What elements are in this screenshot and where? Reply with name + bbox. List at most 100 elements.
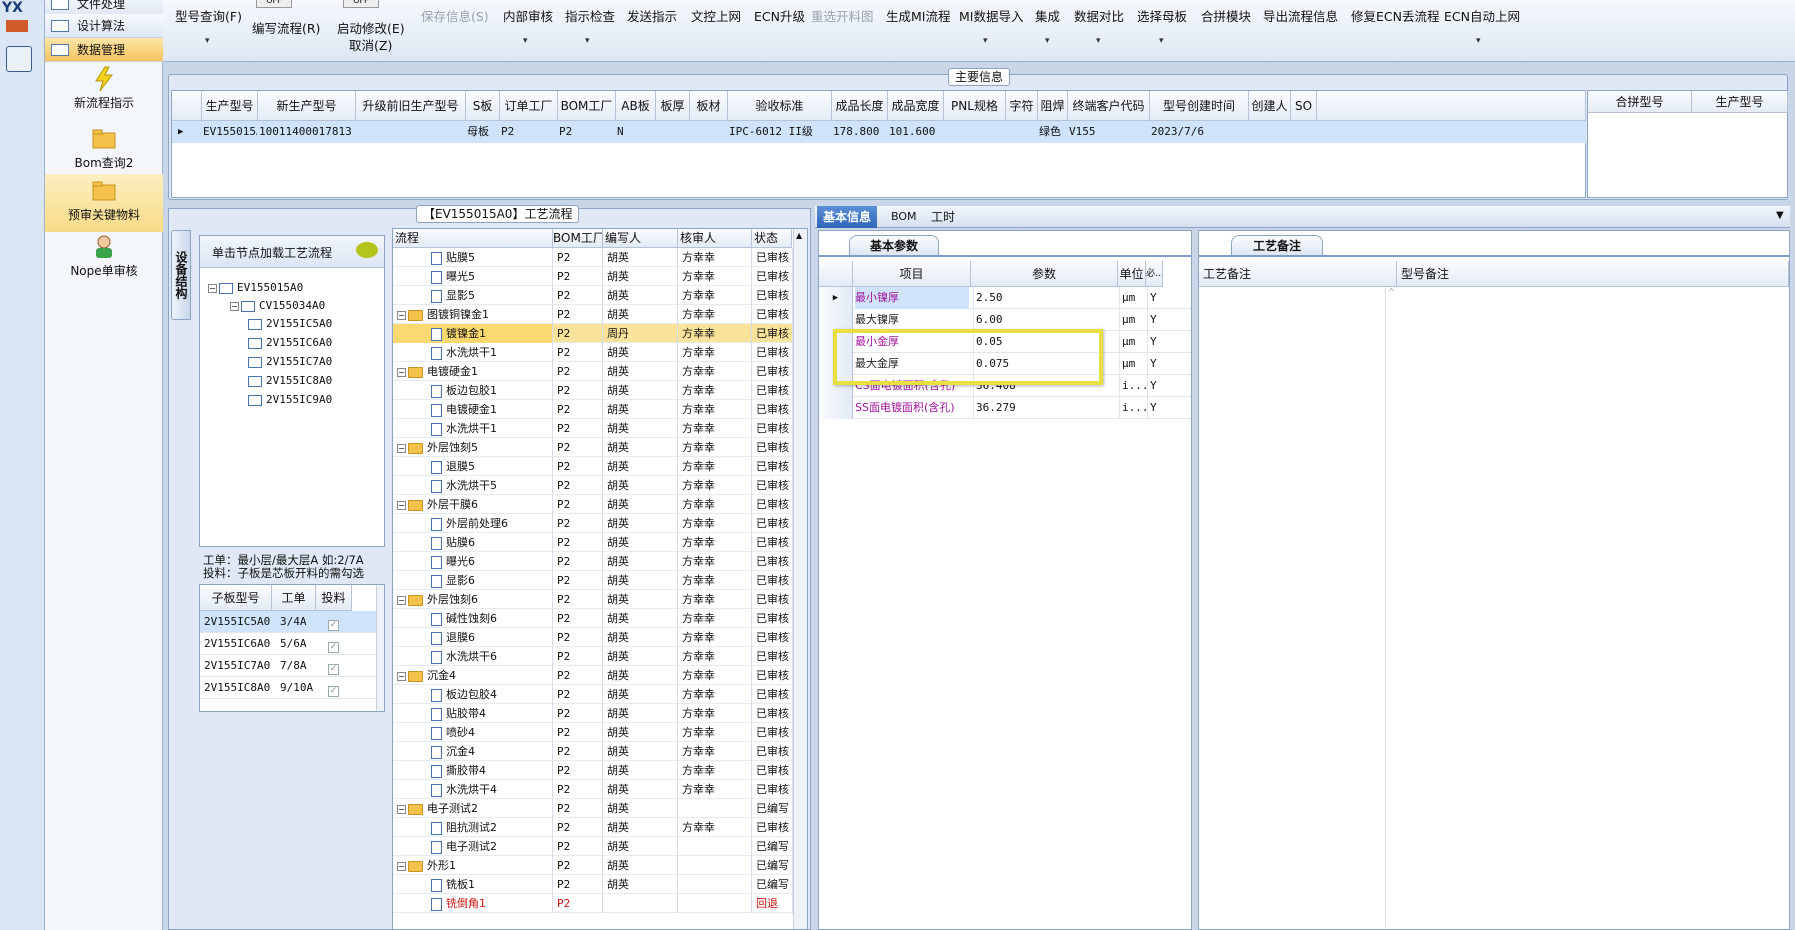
flow-row[interactable]: 水洗烘干1 P2 胡英 方幸幸 已审核 [393,419,793,438]
flow-step-cell[interactable]: − 图镀铜镍金1 [393,305,553,324]
flow-row[interactable]: 撕胶带4 P2 胡英 方幸幸 已审核 [393,761,793,780]
flow-row[interactable]: − 外层干膜6 P2 胡英 方幸幸 已审核 [393,495,793,514]
table-cell[interactable] [1292,121,1316,143]
column-header[interactable]: 订单工厂 [500,91,558,121]
row-selector-icon[interactable]: ▶ [178,121,198,143]
flow-row[interactable]: 显影5 P2 胡英 方幸幸 已审核 [393,286,793,305]
dropdown-arrow-icon[interactable]: ▾ [205,36,210,46]
flow-row[interactable]: 电子测试2 P2 胡英 已编写 [393,837,793,856]
checkbox[interactable]: ✓ [328,660,339,675]
flow-step-cell[interactable]: 水洗烘干5 [393,476,553,495]
column-header[interactable]: 编写人 [603,229,678,248]
flow-step-cell[interactable]: 板边包胶4 [393,685,553,704]
column-header[interactable]: 板厚 [656,91,690,121]
model-query-button[interactable]: 型号查询(F) [175,6,242,25]
flow-step-cell[interactable]: − 电镀硬金1 [393,362,553,381]
flow-step-cell[interactable]: − 沉金4 [393,666,553,685]
scroll-up-icon[interactable]: ^ [1385,287,1397,927]
speech-bubble-icon[interactable] [356,242,378,258]
column-header[interactable]: 核审人 [678,229,752,248]
toggle-switch[interactable]: OFF [256,0,292,8]
column-header[interactable]: 验收标准 [728,91,832,121]
select-mother-board-button[interactable]: 选择母板 [1137,6,1187,25]
column-header[interactable]: S板 [466,91,500,121]
write-flow-button[interactable]: 编写流程(R) [252,18,320,37]
column-header[interactable]: 投料 [316,585,352,611]
integration-button[interactable]: 集成 [1035,6,1060,25]
table-row[interactable]: SS面电镀面积(含孔) 36.279 i... Y [819,397,1191,419]
table-cell[interactable]: P2 [501,121,557,143]
checkbox[interactable]: ✓ [328,682,339,697]
table-cell[interactable] [357,121,465,143]
flow-row[interactable]: 电镀硬金1 P2 胡英 方幸幸 已审核 [393,400,793,419]
column-header[interactable]: SO [1291,91,1317,121]
column-header[interactable]: 成品长度 [832,91,888,121]
dropdown-arrow-icon[interactable]: ▾ [523,36,528,46]
nav-item-algorithm[interactable]: 设计算法 [45,14,163,38]
merge-model-grid[interactable]: 合拼型号 生产型号 [1587,90,1788,198]
dropdown-arrow-icon[interactable]: ▾ [1476,36,1481,46]
flow-step-cell[interactable]: − 外层干膜6 [393,495,553,514]
tree-node[interactable]: 2V155IC5A0 [248,314,332,333]
table-cell[interactable]: EV155015A0 [203,121,257,143]
dropdown-arrow-icon[interactable]: ▾ [983,36,988,46]
flow-step-cell[interactable]: 退膜6 [393,628,553,647]
flow-step-cell[interactable]: − 电子测试2 [393,799,553,818]
internal-review-button[interactable]: 内部审核 [503,6,553,25]
toggle-switch[interactable]: OFF [343,0,379,8]
flow-step-cell[interactable]: 外层前处理6 [393,514,553,533]
table-cell[interactable] [691,121,727,143]
ecn-auto-online-button[interactable]: ECN自动上网 [1444,6,1520,25]
tree-node[interactable]: 2V155IC8A0 [248,371,332,390]
collapse-icon[interactable]: − [397,804,406,814]
flow-step-cell[interactable]: 板边包胶1 [393,381,553,400]
flow-row[interactable]: 曝光6 P2 胡英 方幸幸 已审核 [393,552,793,571]
tree-node[interactable]: 2V155IC6A0 [248,333,332,352]
flow-step-cell[interactable]: 显影6 [393,571,553,590]
table-row[interactable]: 2V155IC6A0 5/6A ✓ [200,633,376,655]
table-cell[interactable]: V155 [1069,121,1149,143]
flow-step-cell[interactable]: − 外形1 [393,856,553,875]
mi-data-import-button[interactable]: MI数据导入 [959,6,1023,25]
dropdown-arrow-icon[interactable]: ▾ [1159,36,1164,46]
doc-control-online-button[interactable]: 文控上网 [691,6,741,25]
flow-row[interactable]: 镀镍金1 P2 周丹 方幸幸 已审核 [393,324,793,343]
table-cell[interactable]: IPC-6012 II级 [729,121,831,143]
flow-step-cell[interactable]: 贴胶带4 [393,704,553,723]
basic-params-tab[interactable]: 基本参数 [849,235,939,255]
flow-row[interactable]: 水洗烘干1 P2 胡英 方幸幸 已审核 [393,343,793,362]
column-header[interactable]: PNL规格 [944,91,1006,121]
flow-row[interactable]: 曝光5 P2 胡英 方幸幸 已审核 [393,267,793,286]
flow-grid[interactable]: 流程 BOM工厂 编写人 核审人 状态 贴膜5 P2 胡英 方幸幸 已审核 曝光5 P2 胡英… [392,228,808,930]
dropdown-arrow-icon[interactable]: ▾ [585,36,590,46]
table-row[interactable]: 2V155IC8A0 9/10A ✓ [200,677,376,699]
column-header[interactable]: 子板型号 [200,585,272,611]
table-cell[interactable]: 母板 [467,121,499,143]
flow-row[interactable]: − 电子测试2 P2 胡英 已编写 [393,799,793,818]
flow-row[interactable]: − 外层蚀刻5 P2 胡英 方幸幸 已审核 [393,438,793,457]
calculator-icon[interactable] [6,46,32,72]
flow-step-cell[interactable]: 显影5 [393,286,553,305]
flow-row[interactable]: 铣板1 P2 胡英 已编写 [393,875,793,894]
collapse-icon[interactable]: − [397,861,406,871]
tab-basic-info[interactable]: 基本信息 [817,206,878,228]
collapse-icon[interactable]: − [397,367,406,377]
param-value-cell[interactable]: 2.50 [973,287,1118,309]
table-cell[interactable]: 178.800 [833,121,887,143]
collapse-icon[interactable]: − [230,301,239,311]
column-header[interactable]: BOM工厂 [553,229,603,248]
dropdown-arrow-icon[interactable]: ▾ [1045,36,1050,46]
row-selector[interactable]: ▶ [819,287,853,309]
collapse-icon[interactable]: − [397,443,406,453]
flow-row[interactable]: 水洗烘干4 P2 胡英 方幸幸 已审核 [393,780,793,799]
vertical-scrollbar[interactable] [376,585,384,711]
flow-row[interactable]: 沉金4 P2 胡英 方幸幸 已审核 [393,742,793,761]
nav-button-nope-review[interactable]: Nope单审核 [45,230,163,288]
flow-step-cell[interactable]: 曝光5 [393,267,553,286]
flow-step-cell[interactable]: 水洗烘干4 [393,780,553,799]
column-header[interactable]: 板材 [690,91,728,121]
flow-row[interactable]: − 外形1 P2 胡英 已编写 [393,856,793,875]
flow-step-cell[interactable]: 水洗烘干1 [393,419,553,438]
flow-step-cell[interactable]: 铣倒角1 [393,894,553,913]
row-selector[interactable] [819,397,853,419]
